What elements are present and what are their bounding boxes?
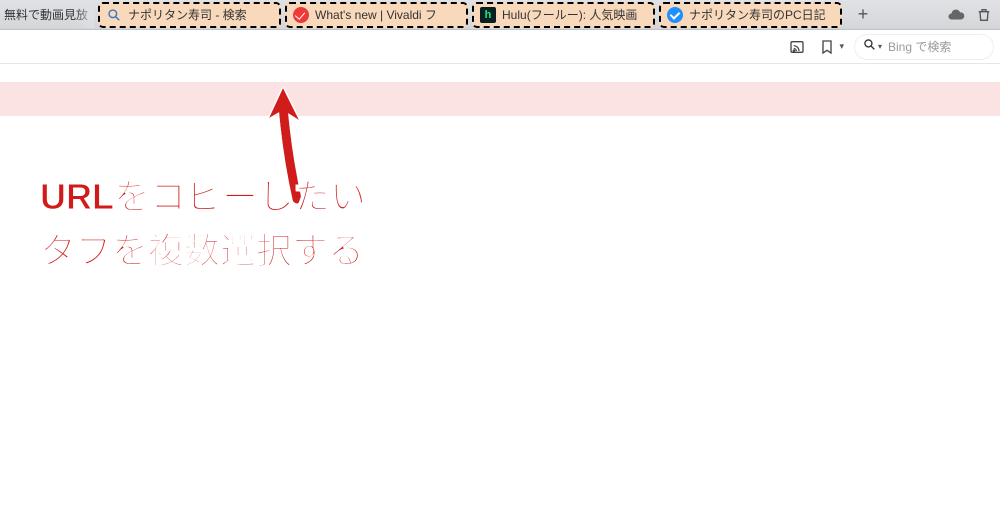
reader-feed-icon[interactable] [785,35,809,59]
tab-item[interactable]: 無料で動画見放 [4,2,94,28]
tab-title: Hulu(フールー): 人気映画 [502,6,647,23]
tab-title: ナポリタン寿司のPC日記 [689,6,834,23]
search-icon [863,38,876,56]
caption-line: URLをコピーしたい [40,170,366,224]
hulu-icon: h [480,7,496,23]
new-tab-button[interactable]: + [850,3,876,27]
tab-item-selected[interactable]: h Hulu(フールー): 人気映画 [472,2,655,28]
cloud-sync-icon[interactable] [946,5,966,25]
chevron-down-icon[interactable]: ▾ [839,41,844,52]
page-content: URLをコピーしたい タブを複数選択する [0,64,1000,513]
highlight-band [0,82,1000,116]
tab-title: What's new | Vivaldi フ [315,6,460,23]
plus-icon: + [858,4,869,25]
trash-icon[interactable] [974,5,994,25]
search-icon [106,7,122,23]
tab-item-selected[interactable]: ナポリタン寿司のPC日記 [659,2,842,28]
annotation-caption: URLをコピーしたい タブを複数選択する [40,170,366,278]
site-icon [667,7,683,23]
bookmark-icon[interactable] [815,35,839,59]
chevron-down-icon: ▾ [878,42,882,51]
tab-item-selected[interactable]: What's new | Vivaldi フ [285,2,468,28]
tab-title: ナポリタン寿司 - 検索 [128,6,273,23]
search-placeholder: Bing で検索 [888,38,951,55]
tab-strip: 無料で動画見放 ナポリタン寿司 - 検索 What's new | Vivald… [0,0,1000,30]
search-box[interactable]: ▾ Bing で検索 [854,34,994,60]
caption-line: タブを複数選択する [40,224,366,278]
tab-item-selected[interactable]: ナポリタン寿司 - 検索 [98,2,281,28]
vivaldi-icon [293,7,309,23]
address-toolbar: ▾ ▾ Bing で検索 [0,30,1000,64]
